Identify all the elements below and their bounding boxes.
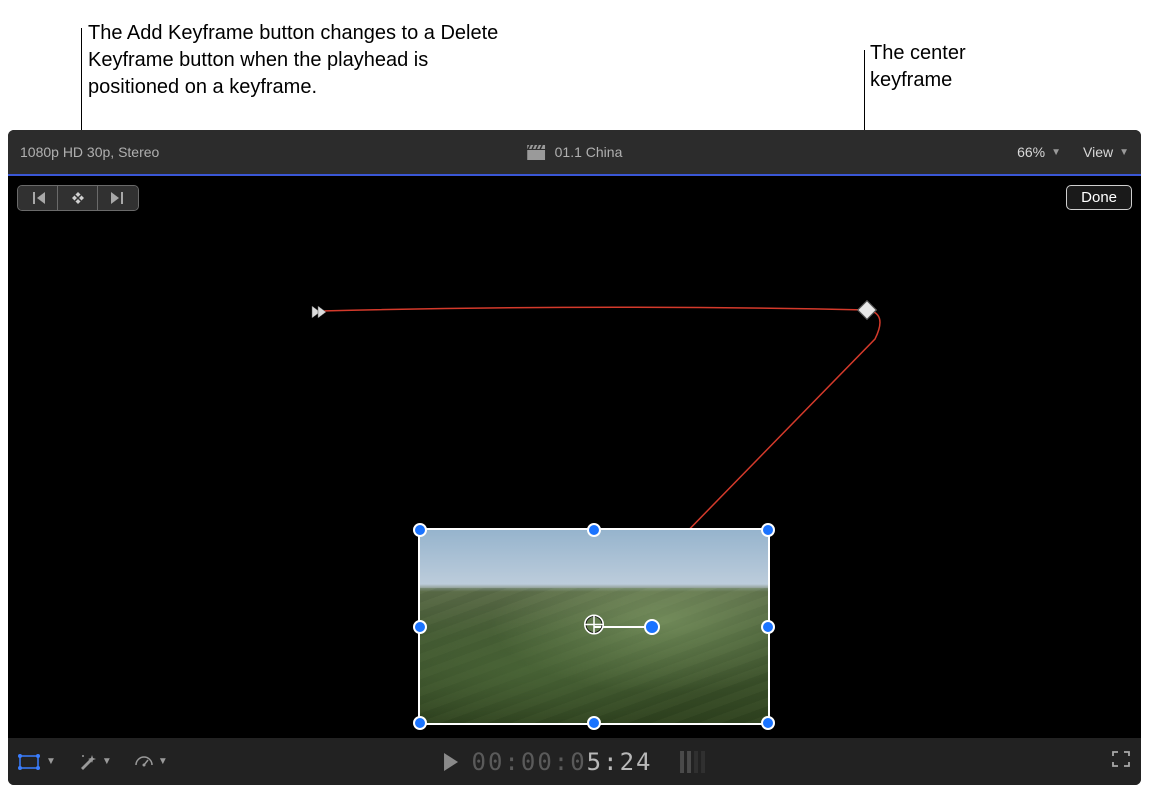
play-button[interactable] [444, 753, 458, 771]
resize-handle-ml[interactable] [413, 620, 427, 634]
chevron-down-icon: ▼ [102, 756, 112, 767]
anchor-point-icon[interactable] [583, 613, 605, 640]
timecode-bright: 5:24 [587, 748, 653, 776]
fullscreen-button[interactable] [1111, 750, 1131, 773]
annotation-center-keyframe: The center keyframe [870, 40, 1030, 94]
resize-handle-mr[interactable] [761, 620, 775, 634]
clip-title-text: 01.1 China [555, 144, 623, 160]
clapperboard-icon [527, 145, 545, 160]
viewer-top-bar: 1080p HD 30p, Stereo 01.1 China 66% ▼ Vi… [8, 130, 1141, 174]
resize-handle-br[interactable] [761, 716, 775, 730]
next-keyframe-button[interactable] [98, 186, 138, 210]
timecode-dim: 00:00:0 [472, 748, 587, 776]
chevron-down-icon: ▼ [158, 756, 168, 767]
resize-handle-bl[interactable] [413, 716, 427, 730]
chevron-down-icon: ▼ [46, 756, 56, 767]
clip-title: 01.1 China [527, 144, 623, 160]
delete-keyframe-button[interactable] [58, 186, 98, 210]
retime-tool-dropdown[interactable]: ▼ [134, 753, 168, 771]
format-label: 1080p HD 30p, Stereo [20, 144, 159, 160]
keyframe-nav-group [17, 185, 139, 211]
transform-clip-frame[interactable] [418, 528, 770, 725]
done-button[interactable]: Done [1066, 185, 1132, 210]
zoom-dropdown[interactable]: 66% ▼ [1017, 144, 1061, 160]
view-dropdown[interactable]: View ▼ [1083, 144, 1129, 160]
timecode-display: 00:00:05:24 [444, 748, 706, 776]
transform-tool-dropdown[interactable]: ▼ [18, 753, 56, 771]
view-label: View [1083, 144, 1113, 160]
resize-handle-tm[interactable] [587, 523, 601, 537]
zoom-value: 66% [1017, 144, 1045, 160]
annotation-delete-keyframe: The Add Keyframe button changes to a Del… [88, 20, 518, 101]
audio-skimming-indicator [680, 751, 705, 773]
enhance-tool-dropdown[interactable]: ▼ [78, 753, 112, 771]
keyframe-center-marker[interactable] [857, 300, 877, 320]
resize-handle-bm[interactable] [587, 716, 601, 730]
viewer-bottom-bar: ▼ ▼ ▼ 00:00:05:24 [8, 738, 1141, 785]
chevron-down-icon: ▼ [1119, 147, 1129, 158]
viewer-canvas[interactable]: Done [8, 176, 1141, 738]
rotation-handle[interactable] [644, 619, 660, 635]
timecode-text[interactable]: 00:00:05:24 [472, 748, 653, 776]
resize-handle-tl[interactable] [413, 523, 427, 537]
keyframe-start-marker[interactable] [310, 304, 326, 325]
prev-keyframe-button[interactable] [18, 186, 58, 210]
chevron-down-icon: ▼ [1051, 147, 1061, 158]
resize-handle-tr[interactable] [761, 523, 775, 537]
viewer-window: 1080p HD 30p, Stereo 01.1 China 66% ▼ Vi… [8, 130, 1141, 785]
